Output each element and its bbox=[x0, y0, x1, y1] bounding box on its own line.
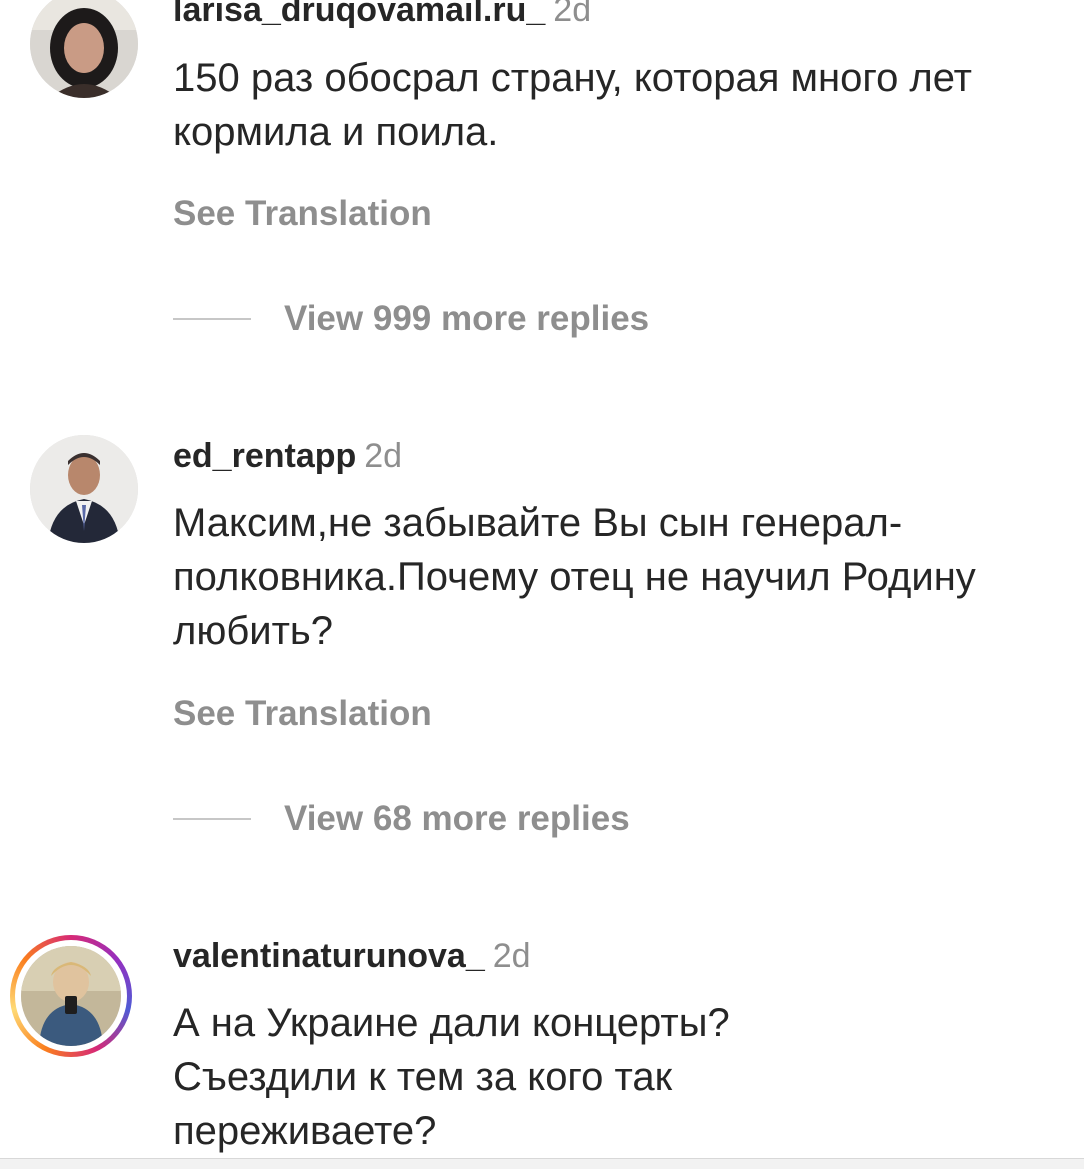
view-replies-button[interactable]: View 999 more replies bbox=[173, 299, 649, 339]
avatar[interactable] bbox=[21, 946, 121, 1046]
comment-text: 150 раз обосрал страну, которая много ле… bbox=[173, 56, 973, 154]
comment-header: ed_rentapp 2d bbox=[173, 436, 402, 476]
avatar[interactable] bbox=[30, 435, 138, 543]
username[interactable]: larisa_druqovamail.ru_ bbox=[173, 0, 545, 29]
comment-header: valentinaturunova_ 2d bbox=[173, 936, 531, 976]
comment-header: larisa_druqovamail.ru_ 2d bbox=[173, 0, 591, 30]
avatar[interactable] bbox=[30, 0, 138, 98]
see-translation-link[interactable]: See Translation bbox=[173, 694, 432, 734]
divider-line bbox=[173, 318, 251, 320]
story-ring[interactable] bbox=[10, 935, 132, 1057]
username[interactable]: ed_rentapp bbox=[173, 437, 356, 475]
view-replies-label: View 999 more replies bbox=[284, 299, 650, 338]
bottom-edge bbox=[0, 1158, 1084, 1169]
comment-text: Максим,не забывайте Вы сын генерал-полко… bbox=[173, 501, 976, 653]
timestamp: 2d bbox=[553, 0, 592, 29]
see-translation-link[interactable]: See Translation bbox=[173, 194, 432, 234]
comment-text: А на Украине дали концерты? Съездили к т… bbox=[173, 1001, 730, 1153]
timestamp: 2d bbox=[492, 937, 531, 975]
divider-line bbox=[173, 818, 251, 820]
view-replies-button[interactable]: View 68 more replies bbox=[173, 799, 630, 839]
timestamp: 2d bbox=[364, 437, 403, 475]
username[interactable]: valentinaturunova_ bbox=[173, 937, 485, 975]
view-replies-label: View 68 more replies bbox=[284, 799, 630, 838]
